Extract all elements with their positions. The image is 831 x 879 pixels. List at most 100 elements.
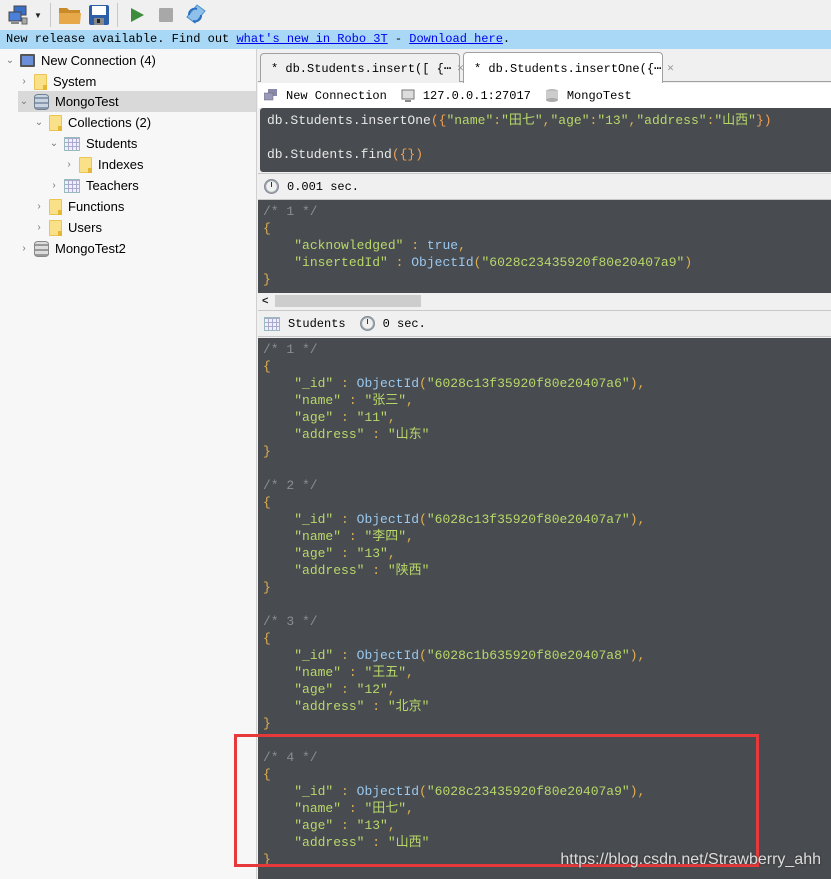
field-value: "陕西" [387,563,430,578]
field-comma: , [406,665,414,680]
result-field: "acknowledged" : true, [263,237,831,254]
field-comma: , [406,529,414,544]
chevron-down-icon[interactable]: ⌄ [18,96,30,107]
field-key: "acknowledged" [294,238,404,253]
tree-item-teachers[interactable]: › Teachers [48,175,138,196]
tree-item-label: Collections (2) [68,115,152,130]
code-token: }) [755,113,772,128]
field-value: "李四" [364,529,407,544]
tree-item-users[interactable]: › Users [33,217,102,238]
tree-item-mongotest2[interactable]: › MongoTest2 [18,238,126,259]
field-colon: : [333,376,357,391]
chevron-right-icon[interactable]: › [18,243,30,254]
field-value: "山东" [387,427,430,442]
open-button[interactable] [57,2,83,28]
field-age: "age" : "13", [263,817,831,834]
field-colon: : [364,699,388,714]
connect-dropdown-icon[interactable]: ▼ [34,11,42,20]
tree-item-new-connection[interactable]: ⌄ New Connection (4) [4,50,156,71]
objectid-fn: ObjectId [356,648,420,663]
sync-button[interactable] [182,2,208,28]
collection-icon [64,178,80,193]
tree-item-system[interactable]: › System [18,71,96,92]
whats-new-link[interactable]: what's new in Robo 3T [236,32,387,46]
chevron-down-icon[interactable]: ⌄ [4,55,16,66]
field-age: "age" : "12", [263,681,831,698]
field-colon: : [364,835,388,850]
tree-item-indexes[interactable]: › Indexes [63,154,144,175]
document-comment-line: /* 1 */ [263,341,831,358]
objectid-fn: ObjectId [356,784,420,799]
field-comma: , [458,238,466,253]
field-colon: : [387,255,412,270]
query-tabs: * db.Students.insert([ {⋯ ✕ * db.Student… [258,49,831,83]
paren: ( [419,376,427,391]
field-name: "name" : "王五", [263,664,831,681]
field-key: "name" [294,393,342,408]
scrollbar-thumb[interactable] [275,295,421,307]
field-key: "_id" [294,648,334,663]
field-address: "address" : "北京" [263,698,831,715]
execute-button[interactable] [124,2,150,28]
close-icon[interactable]: ✕ [667,61,674,75]
chevron-right-icon[interactable]: › [18,76,30,87]
code-token: db.Students.find [267,147,392,162]
folder-icon [49,198,62,215]
field-value: "6028c23435920f80e20407a9" [426,784,630,799]
document-comment: /* 1 */ [263,204,318,219]
chevron-right-icon[interactable]: › [48,180,60,191]
insert-result-panel: /* 1 */ { "acknowledged" : true, "insert… [258,200,831,293]
code-token: db.Students.insertOne [267,113,431,128]
folder-icon [34,73,47,90]
stop-button[interactable] [153,2,179,28]
code-token: "田七" [501,113,543,128]
paren: ( [419,784,427,799]
tree-item-collections[interactable]: ⌄ Collections (2) [33,112,151,133]
scroll-left-icon[interactable]: < [262,293,268,309]
result-document: /* 3 */ { "_id" : ObjectId("6028c1b635920… [263,613,831,749]
code-token: ({ [430,113,447,128]
execution-time: 0 sec. [382,316,426,331]
field-colon: : [341,801,365,816]
chevron-right-icon[interactable]: › [33,201,45,212]
paren: ), [629,512,646,527]
code-token: "name" [446,113,494,128]
field-id: "_id" : ObjectId("6028c13f35920f80e20407… [263,511,831,528]
chevron-down-icon[interactable]: ⌄ [33,117,45,128]
tab-insert[interactable]: * db.Students.insert([ {⋯ ✕ [260,53,464,82]
field-colon: : [333,512,357,527]
tree-item-mongotest[interactable]: ⌄ MongoTest [18,91,256,112]
field-key: "age" [294,546,334,561]
clock-icon [359,316,375,331]
connection-name: New Connection [264,89,387,103]
field-key: "address" [294,427,365,442]
query-editor[interactable]: db.Students.insertOne({"name":"田七","age"… [260,108,831,172]
sync-icon [186,4,206,24]
connect-button[interactable] [5,2,31,28]
result-line: } [263,715,831,732]
connection-info-bar: New Connection 127.0.0.1:27017 MongoTest [258,83,831,108]
tab-label: * db.Students.insert([ {⋯ [271,61,452,76]
code-token: ({}) [391,147,424,162]
connection-tree: ⌄ New Connection (4) › System ⌄ MongoTes… [0,49,257,879]
horizontal-scrollbar[interactable]: < [258,293,831,309]
update-banner: New release available. Find out what's n… [0,30,831,49]
save-button[interactable] [86,2,112,28]
close-brace: } [263,444,271,459]
field-key: "_id" [294,784,334,799]
tab-insertone[interactable]: * db.Students.insertOne({⋯ ✕ [463,52,674,83]
tree-item-students[interactable]: ⌄ Students [48,133,138,154]
field-age: "age" : "13", [263,545,831,562]
field-address: "address" : "山西" [263,834,831,851]
field-value: "北京" [387,699,430,714]
open-brace: { [263,767,271,782]
chevron-right-icon[interactable]: › [63,159,75,170]
chevron-right-icon[interactable]: › [33,222,45,233]
document-comment: /* 2 */ [263,478,318,493]
tree-item-functions[interactable]: › Functions [33,196,124,217]
field-comma: , [406,801,414,816]
download-link[interactable]: Download here [409,32,503,46]
stop-icon [158,8,173,22]
tree-item-label: MongoTest [55,94,119,109]
chevron-down-icon[interactable]: ⌄ [48,138,60,149]
